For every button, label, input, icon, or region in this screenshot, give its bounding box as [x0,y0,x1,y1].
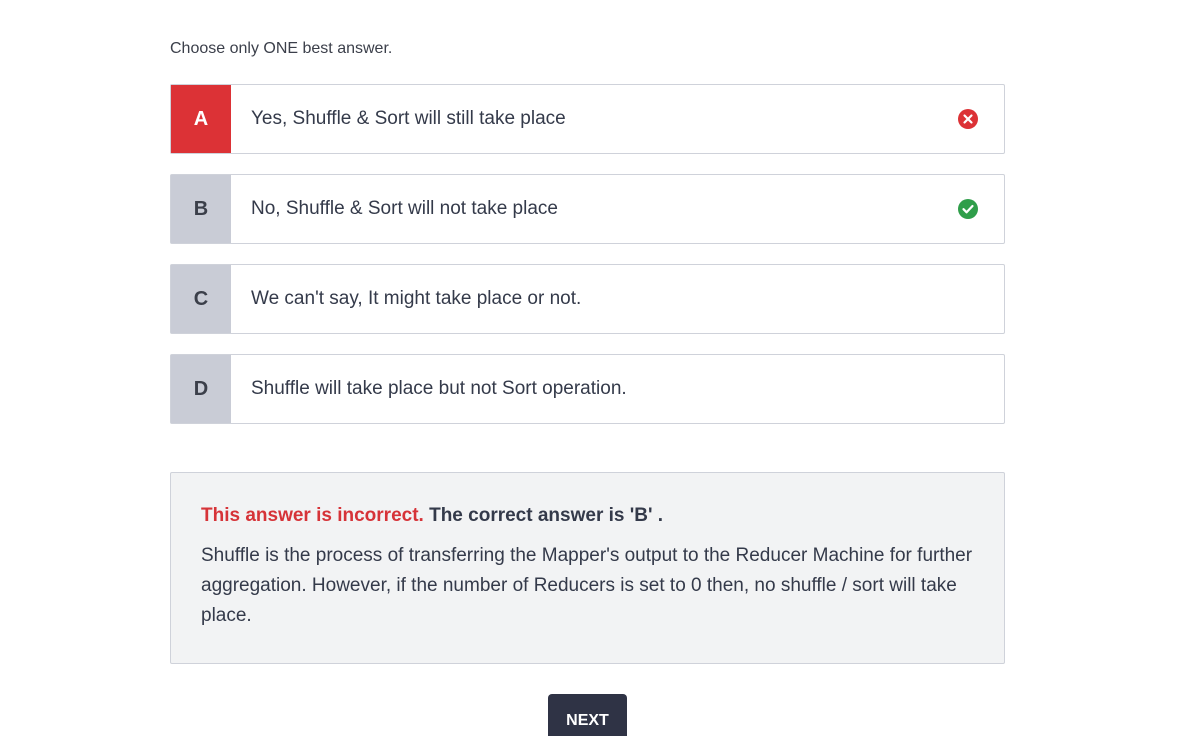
quiz-page: Choose only ONE best answer. A Yes, Shuf… [0,0,1180,736]
feedback-heading: This answer is incorrect. The correct an… [201,505,974,527]
option-text: No, Shuffle & Sort will not take place [251,198,558,219]
option-d[interactable]: D Shuffle will take place but not Sort o… [170,354,1005,424]
incorrect-label: This answer is incorrect. [201,505,424,526]
correct-answer-label: The correct answer is 'B' . [429,505,664,526]
option-a[interactable]: A Yes, Shuffle & Sort will still take pl… [170,84,1005,154]
status-slot [932,175,1004,243]
option-b[interactable]: B No, Shuffle & Sort will not take place [170,174,1005,244]
feedback-panel: This answer is incorrect. The correct an… [170,472,1005,664]
next-button[interactable]: NEXT [548,694,627,736]
status-slot [932,85,1004,153]
check-circle-icon [958,199,978,219]
option-text: Yes, Shuffle & Sort will still take plac… [251,108,566,129]
option-letter: C [171,265,231,333]
answer-options: A Yes, Shuffle & Sort will still take pl… [170,84,1005,444]
option-c[interactable]: C We can't say, It might take place or n… [170,264,1005,334]
x-circle-icon [958,109,978,129]
option-text: We can't say, It might take place or not… [251,288,582,309]
option-text: Shuffle will take place but not Sort ope… [251,378,627,399]
option-letter: D [171,355,231,423]
option-letter: B [171,175,231,243]
option-letter: A [171,85,231,153]
instruction-text: Choose only ONE best answer. [170,40,393,57]
explanation-text: Shuffle is the process of transferring t… [201,545,973,626]
